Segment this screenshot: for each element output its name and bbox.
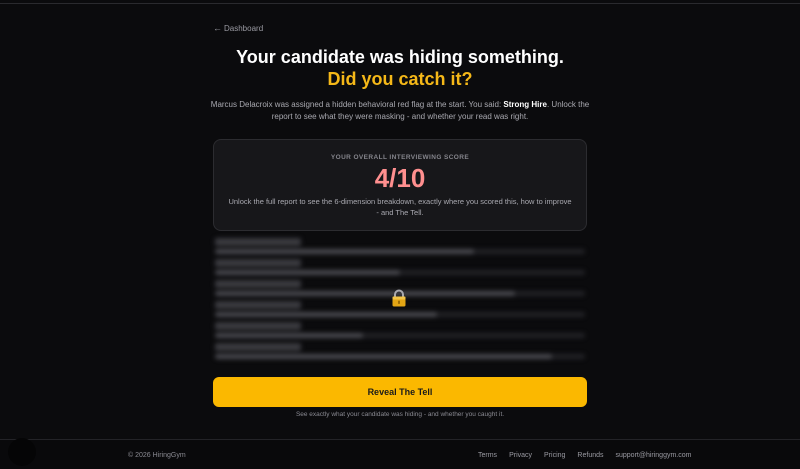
locked-dimension-label [215, 343, 301, 351]
footer-link-terms[interactable]: Terms [478, 452, 497, 459]
locked-dimension-fill [215, 354, 552, 359]
locked-dimension-label [215, 238, 301, 246]
score-value: 4/10 [374, 163, 426, 193]
score-card: YOUR OVERALL INTERVIEWING SCORE 4/10 Unl… [213, 139, 587, 231]
back-link-label: Dashboard [224, 23, 264, 33]
reveal-subtext: See exactly what your candidate was hidi… [295, 411, 505, 418]
footer-link-refunds[interactable]: Refunds [577, 452, 603, 459]
page-subtitle: Did you catch it? [327, 69, 473, 89]
locked-dimension-fill [215, 249, 474, 254]
intro-text-before: Marcus Delacroix was assigned a hidden b… [210, 100, 504, 109]
arrow-left-icon: ← [213, 23, 222, 33]
page-title: Your candidate was hiding something. [236, 47, 564, 67]
verdict-text: Strong Hire [503, 100, 547, 109]
back-to-dashboard-link[interactable]: ← Dashboard [213, 23, 263, 33]
footer-link-pricing[interactable]: Pricing [544, 452, 565, 459]
locked-dimension-label [215, 259, 301, 267]
intro-text: Marcus Delacroix was assigned a hidden b… [203, 99, 597, 123]
locked-dimension-track [215, 354, 585, 359]
footer: © 2026 HiringGym Terms Privacy Pricing R… [0, 440, 800, 469]
locked-dimension-row [213, 259, 587, 279]
locked-dimension-fill [215, 270, 400, 275]
locked-dimension-label [215, 301, 301, 309]
locked-dimension-fill [215, 312, 437, 317]
chat-widget-button[interactable] [8, 438, 36, 466]
locked-dimension-label [215, 322, 301, 330]
locked-dimension-track [215, 249, 585, 254]
footer-copyright: © 2026 HiringGym [128, 452, 186, 459]
locked-dimension-row [213, 343, 587, 363]
locked-dimension-fill [215, 333, 363, 338]
footer-links: Terms Privacy Pricing Refunds support@hi… [478, 452, 691, 459]
top-border [0, 3, 800, 4]
lock-icon [389, 288, 409, 308]
locked-dimension-fill [215, 291, 515, 296]
footer-link-support-email[interactable]: support@hiringgym.com [616, 452, 692, 459]
score-description: Unlock the full report to see the 6-dime… [228, 197, 572, 217]
reveal-the-tell-button[interactable]: Reveal The Tell [213, 377, 587, 407]
locked-dimension-row [213, 238, 587, 258]
locked-dimension-track [215, 270, 585, 275]
footer-link-privacy[interactable]: Privacy [509, 452, 532, 459]
locked-dimension-row [213, 322, 587, 342]
score-label: YOUR OVERALL INTERVIEWING SCORE [330, 154, 470, 161]
locked-dimension-track [215, 333, 585, 338]
locked-dimension-label [215, 280, 301, 288]
locked-dimension-track [215, 312, 585, 317]
